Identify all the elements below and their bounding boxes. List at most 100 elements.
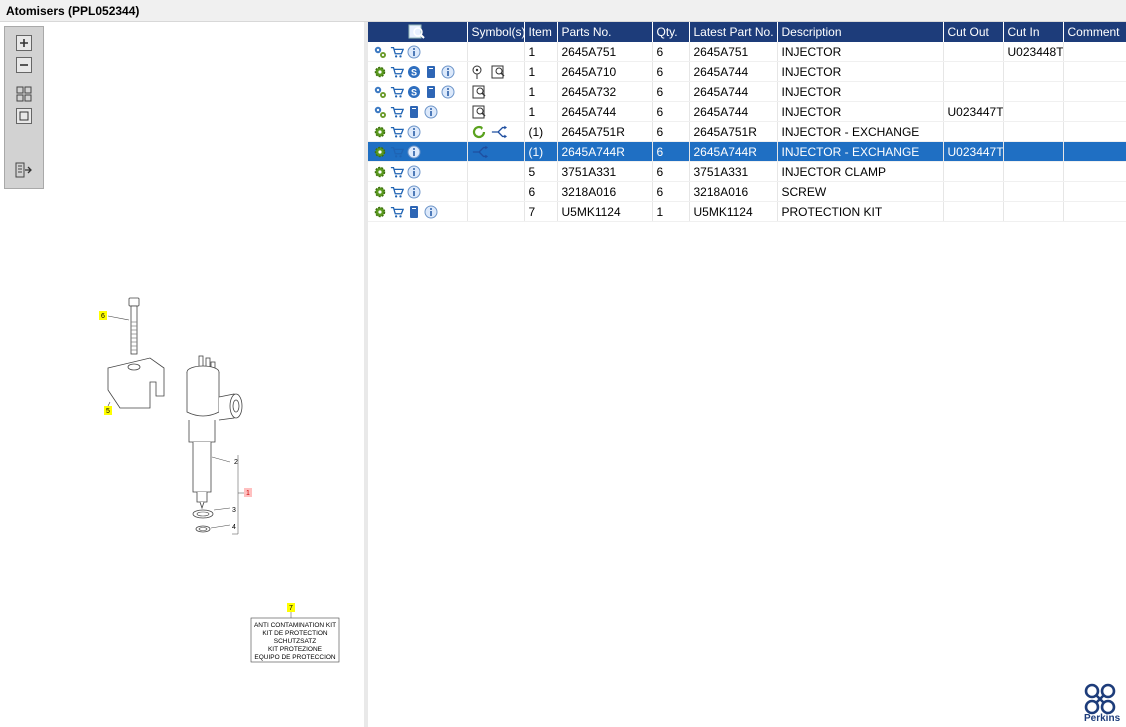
callout-6: 6 [101, 313, 105, 320]
callout-7: 7 [289, 605, 293, 612]
table-row[interactable]: 1 2645A744 6 2645A744 INJECTOR U023447T [368, 101, 1126, 122]
column-header-qty[interactable]: Qty. [652, 22, 690, 42]
cell-cut-out: U023447T [943, 101, 1004, 122]
cart-icon[interactable] [390, 85, 404, 99]
gears-icon[interactable] [373, 85, 387, 99]
cell-comment [1063, 201, 1126, 222]
cell-description: PROTECTION KIT [777, 201, 944, 222]
table-row[interactable]: 7 U5MK1124 1 U5MK1124 PROTECTION KIT [368, 201, 1126, 222]
info-icon[interactable] [424, 205, 438, 219]
kit-label-line-2: KIT DE PROTECTION [262, 630, 328, 637]
info-icon[interactable] [407, 45, 421, 59]
book-icon[interactable] [472, 105, 488, 119]
book-icon[interactable] [491, 65, 507, 79]
cell-comment [1063, 81, 1126, 102]
cell-item: 1 [524, 61, 558, 82]
split-icon[interactable] [491, 125, 507, 139]
row-actions-cell [368, 121, 468, 142]
table-row[interactable]: 1 2645A751 6 2645A751 INJECTOR U023448T [368, 42, 1126, 62]
table-row[interactable]: S 1 2645A732 6 2645A744 INJECTOR [368, 81, 1126, 102]
table-row[interactable]: 6 3218A016 6 3218A016 SCREW [368, 181, 1126, 202]
column-header-parts-no[interactable]: Parts No. [557, 22, 653, 42]
column-header-comment[interactable]: Comment [1063, 22, 1126, 42]
column-header-actions[interactable] [368, 22, 468, 42]
cell-comment [1063, 141, 1126, 162]
gears-icon[interactable] [373, 105, 387, 119]
cell-cut-out [943, 121, 1004, 142]
cell-item: (1) [524, 141, 558, 162]
book-icon[interactable] [472, 85, 488, 99]
info-icon[interactable] [407, 165, 421, 179]
info-icon[interactable] [407, 125, 421, 139]
cell-cut-out [943, 81, 1004, 102]
gears-icon[interactable] [373, 45, 387, 59]
cell-qty: 6 [652, 181, 690, 202]
cart-icon[interactable] [390, 45, 404, 59]
cell-latest-part-no: 2645A744R [689, 141, 778, 162]
gear-icon[interactable] [373, 205, 387, 219]
column-header-description[interactable]: Description [777, 22, 944, 42]
table-row[interactable]: 5 3751A331 6 3751A331 INJECTOR CLAMP [368, 161, 1126, 182]
row-symbols-cell [467, 161, 525, 182]
info-icon[interactable] [441, 65, 455, 79]
injector-drawing [186, 355, 243, 510]
kit-label-line-1: ANTI CONTAMINATION KIT [254, 622, 336, 629]
svg-text:S: S [411, 87, 417, 97]
gear-icon[interactable] [373, 185, 387, 199]
doc-icon[interactable] [424, 65, 438, 79]
split-icon[interactable] [472, 145, 488, 159]
pin-book-icon[interactable] [472, 65, 488, 79]
s-badge-icon[interactable]: S [407, 85, 421, 99]
kit-label-line-3: SCHUTZSATZ [274, 638, 317, 645]
gear-icon[interactable] [373, 125, 387, 139]
gear-icon[interactable] [373, 165, 387, 179]
table-row[interactable]: S 1 2645A710 6 2645A744 INJECTOR [368, 61, 1126, 82]
cell-latest-part-no: U5MK1124 [689, 201, 778, 222]
cell-description: INJECTOR - EXCHANGE [777, 121, 944, 142]
row-actions-cell: S [368, 81, 468, 102]
cell-qty: 6 [652, 161, 690, 182]
cart-icon[interactable] [390, 165, 404, 179]
cell-comment [1063, 121, 1126, 142]
cart-icon[interactable] [390, 205, 404, 219]
column-header-latest-part-no[interactable]: Latest Part No. [689, 22, 778, 42]
exchange-icon[interactable] [472, 125, 488, 139]
screw-drawing [128, 297, 140, 355]
doc-icon[interactable] [407, 205, 421, 219]
info-icon[interactable] [407, 145, 421, 159]
cell-item: 1 [524, 81, 558, 102]
s-badge-icon[interactable]: S [407, 65, 421, 79]
cart-icon[interactable] [390, 145, 404, 159]
gear-icon[interactable] [373, 65, 387, 79]
column-header-cut-in[interactable]: Cut In [1003, 22, 1064, 42]
cart-icon[interactable] [390, 185, 404, 199]
info-icon[interactable] [424, 105, 438, 119]
column-header-cut-out[interactable]: Cut Out [943, 22, 1004, 42]
doc-icon[interactable] [424, 85, 438, 99]
cell-item: (1) [524, 121, 558, 142]
cell-item: 1 [524, 101, 558, 122]
svg-text:S: S [411, 67, 417, 77]
exploded-parts-diagram: 6 5 2 1 3 4 7 ANTI CONTAMINATION KIT KIT… [99, 297, 340, 663]
table-row[interactable]: (1) 2645A744R 6 2645A744R INJECTOR - EXCHANG… [368, 141, 1126, 162]
column-header-item[interactable]: Item [524, 22, 558, 42]
cart-icon[interactable] [390, 125, 404, 139]
cell-qty: 1 [652, 201, 690, 222]
callout-4: 4 [232, 524, 236, 531]
cell-qty: 6 [652, 121, 690, 142]
row-actions-cell [368, 101, 468, 122]
brand-name: Perkins [1084, 713, 1121, 724]
cell-cut-in [1003, 81, 1064, 102]
info-icon[interactable] [407, 185, 421, 199]
info-icon[interactable] [441, 85, 455, 99]
cart-icon[interactable] [390, 65, 404, 79]
cell-comment [1063, 101, 1126, 122]
cell-qty: 6 [652, 101, 690, 122]
column-header-symbols[interactable]: Symbol(s) [467, 22, 525, 42]
table-row[interactable]: (1) 2645A751R 6 2645A751R INJECTOR - EXCHANG… [368, 121, 1126, 142]
doc-icon[interactable] [407, 105, 421, 119]
cell-comment [1063, 161, 1126, 182]
cart-icon[interactable] [390, 105, 404, 119]
cell-cut-in [1003, 121, 1064, 142]
gear-icon[interactable] [373, 145, 387, 159]
